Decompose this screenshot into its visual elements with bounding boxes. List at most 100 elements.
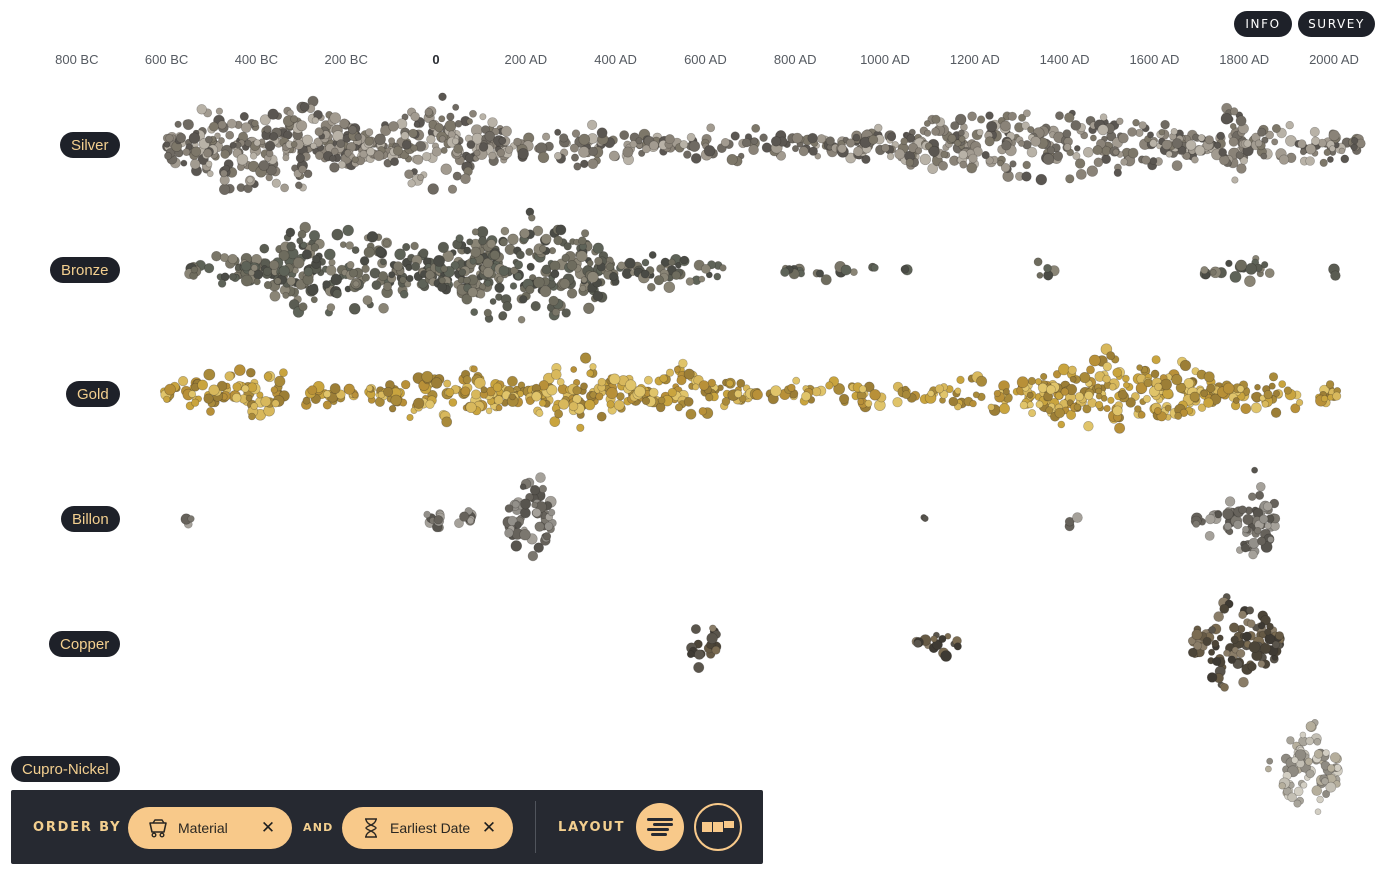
order-chip-earliest-date[interactable]: Earliest Date ✕ [342,807,513,849]
coin[interactable] [378,271,389,282]
coin[interactable] [595,392,604,401]
coin[interactable] [354,133,362,141]
coin[interactable] [1202,636,1212,647]
coin[interactable] [1278,782,1286,790]
coin[interactable] [1002,388,1010,396]
coin[interactable] [388,405,397,413]
coin[interactable] [667,387,677,398]
coin[interactable] [869,389,881,401]
coin[interactable] [953,642,962,651]
coin[interactable] [274,277,282,285]
coin[interactable] [1179,359,1192,372]
coin[interactable] [229,141,237,149]
coin[interactable] [361,264,370,273]
coin[interactable] [934,384,944,394]
coin[interactable] [1224,496,1236,507]
coin[interactable] [1079,372,1091,384]
coin[interactable] [1271,640,1280,649]
coin[interactable] [683,150,692,159]
coin[interactable] [480,386,488,394]
coin[interactable] [1240,403,1252,414]
coin[interactable] [286,241,297,252]
coin[interactable] [1259,642,1272,655]
coin[interactable] [586,119,598,130]
coin[interactable] [968,153,978,164]
coin[interactable] [466,517,475,525]
coin[interactable] [1272,389,1280,398]
coin[interactable] [208,384,220,396]
coin[interactable] [587,158,599,170]
coin[interactable] [1112,367,1122,378]
coin[interactable] [1197,134,1206,142]
coin[interactable] [578,133,591,146]
coin[interactable] [390,157,399,167]
coin[interactable] [1255,490,1265,500]
coin[interactable] [219,183,231,195]
coin[interactable] [1219,604,1230,614]
coin[interactable] [606,400,615,409]
coin[interactable] [981,151,990,160]
coin[interactable] [881,143,890,153]
coin[interactable] [1278,154,1290,165]
coin[interactable] [1314,808,1322,816]
coin[interactable] [736,378,746,388]
coin[interactable] [504,528,514,538]
coin[interactable] [1154,382,1163,392]
coin[interactable] [931,127,940,136]
coin[interactable] [270,386,278,394]
coin[interactable] [578,146,590,158]
coin[interactable] [346,260,355,269]
coin[interactable] [413,121,421,128]
coin[interactable] [1264,522,1272,530]
coin[interactable] [1245,262,1258,275]
coin[interactable] [1265,765,1272,773]
coin[interactable] [410,241,419,251]
coin[interactable] [434,122,444,133]
coin[interactable] [956,375,965,385]
coin[interactable] [259,243,270,254]
coin[interactable] [561,253,570,262]
coin[interactable] [1067,365,1077,375]
coin[interactable] [348,268,358,278]
coin[interactable] [441,416,453,428]
coin[interactable] [375,246,386,257]
coin[interactable] [1154,407,1162,415]
coin[interactable] [427,183,439,195]
coin[interactable] [1043,263,1052,273]
coin[interactable] [511,500,520,509]
coin[interactable] [837,143,847,154]
coin[interactable] [947,133,957,143]
coin[interactable] [622,146,634,158]
coin[interactable] [1116,117,1124,126]
coin[interactable] [227,253,238,265]
coin[interactable] [392,145,403,156]
coin[interactable] [351,246,360,254]
coin[interactable] [452,103,460,111]
coin[interactable] [517,315,526,324]
coin[interactable] [1254,526,1262,535]
coin[interactable] [1106,351,1116,361]
coin[interactable] [649,140,659,151]
coin[interactable] [1114,422,1126,434]
coin[interactable] [619,130,630,140]
coin[interactable] [164,151,173,160]
coin[interactable] [443,379,452,388]
coin[interactable] [927,389,935,397]
coin[interactable] [322,280,331,289]
coin[interactable] [182,119,194,131]
coin[interactable] [858,385,867,393]
coin[interactable] [466,238,474,246]
coin[interactable] [267,108,279,120]
coin[interactable] [365,128,374,137]
coin[interactable] [329,383,341,394]
coin[interactable] [1322,749,1330,757]
coin[interactable] [1236,163,1247,174]
coin[interactable] [479,113,487,121]
coin[interactable] [271,178,281,188]
coin[interactable] [217,120,227,130]
coin[interactable] [686,132,696,142]
coin[interactable] [371,280,382,290]
coin[interactable] [163,395,171,403]
coin[interactable] [597,377,606,387]
coin[interactable] [1191,155,1199,164]
